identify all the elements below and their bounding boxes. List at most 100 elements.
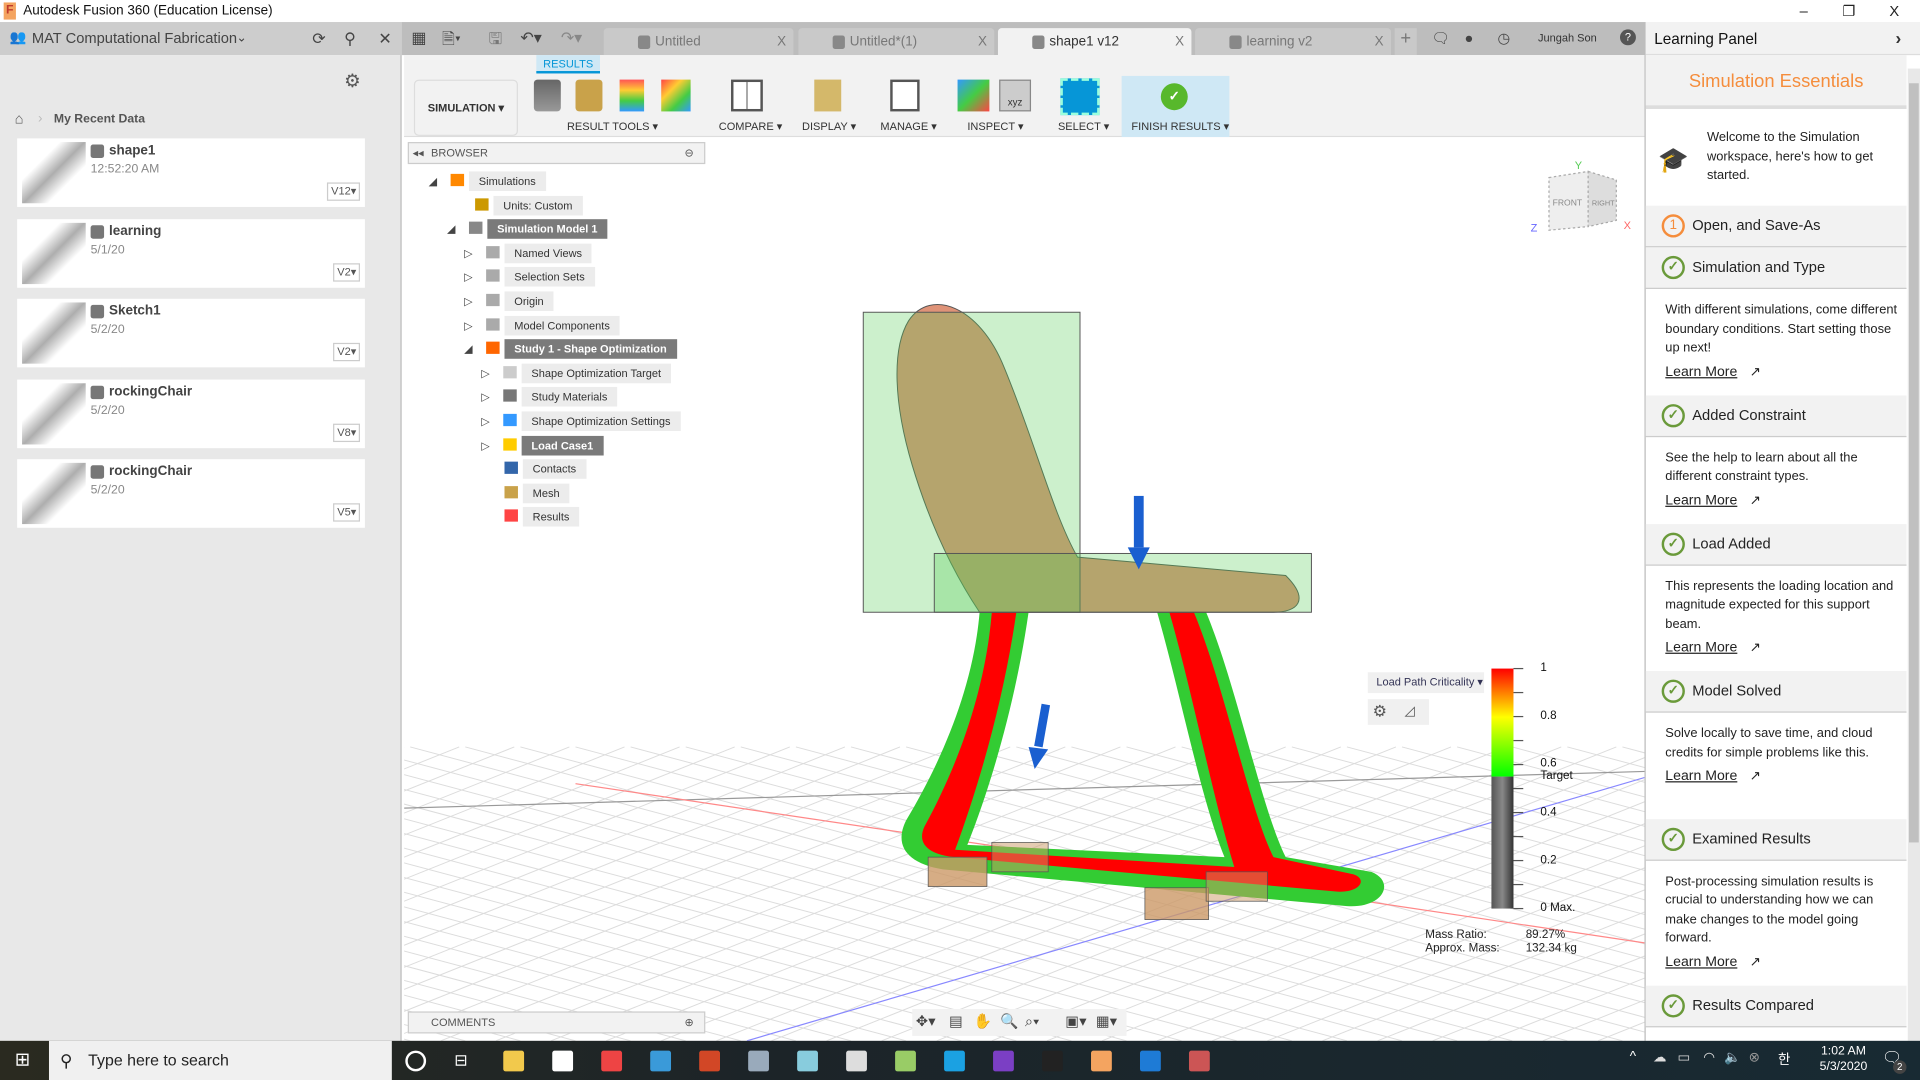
tray-overflow-icon[interactable]: ^ bbox=[1630, 1049, 1636, 1064]
fusion360-icon[interactable] bbox=[1091, 1050, 1112, 1072]
cortana-icon[interactable] bbox=[405, 1050, 427, 1072]
browser-minus-icon[interactable]: ⊖ bbox=[684, 143, 693, 163]
expand-triangle-icon[interactable]: ▷ bbox=[464, 267, 481, 287]
xyz-icon[interactable]: xyz bbox=[999, 79, 1032, 112]
refresh-icon[interactable]: ⟳ bbox=[312, 22, 325, 55]
windows-start-icon[interactable]: ⊞ bbox=[15, 1048, 30, 1070]
expand-triangle-icon[interactable]: ▷ bbox=[481, 363, 498, 383]
learn-more-link[interactable]: Learn More ↗ bbox=[1665, 363, 1898, 382]
zoom-icon[interactable]: 🔍 bbox=[1000, 1013, 1018, 1030]
close-button[interactable]: X bbox=[1876, 0, 1913, 22]
collapse-browser-icon[interactable]: ◂◂ bbox=[413, 143, 424, 163]
browser-node[interactable]: ▷ Study Materials bbox=[481, 387, 618, 408]
animate-icon[interactable] bbox=[533, 79, 561, 112]
display-icon[interactable] bbox=[814, 79, 842, 112]
browser-node[interactable]: ◢ Simulation Model 1 bbox=[447, 219, 608, 240]
new-tab-button[interactable]: + bbox=[1394, 28, 1417, 56]
mail-icon[interactable] bbox=[650, 1050, 672, 1072]
recent-file-card[interactable]: learning 5/1/20 V2▾ bbox=[17, 218, 365, 288]
learning-step-header[interactable]: ✓ Examined Results bbox=[1645, 818, 1907, 861]
display-settings-icon[interactable]: ▣▾ bbox=[1065, 1013, 1086, 1030]
workspace-switcher[interactable]: SIMULATION ▾ bbox=[413, 79, 518, 136]
learn-more-link[interactable]: Learn More ↗ bbox=[1665, 953, 1898, 972]
taskbar-clock[interactable]: 1:02 AM 5/3/2020 bbox=[1810, 1043, 1877, 1075]
help-icon[interactable]: ? bbox=[1620, 29, 1636, 46]
close-tab-icon[interactable]: X bbox=[978, 28, 987, 55]
browser-node[interactable]: ▷ Shape Optimization Target bbox=[481, 363, 671, 384]
display-menu[interactable]: DISPLAY ▾ bbox=[802, 120, 856, 133]
tab-learning[interactable]: learning v2 X bbox=[1195, 28, 1392, 56]
chrome-icon[interactable] bbox=[601, 1050, 623, 1072]
mesh-to-brep-icon[interactable] bbox=[575, 79, 603, 112]
browser-node[interactable]: ▷ Named Views bbox=[464, 243, 592, 264]
edge-icon[interactable] bbox=[1140, 1050, 1161, 1072]
close-tab-icon[interactable]: X bbox=[777, 28, 786, 55]
learning-step-header[interactable]: ✓ Model Solved bbox=[1645, 671, 1907, 713]
collapse-triangle-icon[interactable]: ◢ bbox=[464, 339, 481, 359]
inspect-icon[interactable] bbox=[957, 79, 990, 112]
close-panel-icon[interactable]: ✕ bbox=[378, 22, 391, 55]
version-dropdown[interactable]: V8▾ bbox=[333, 423, 361, 442]
compare-menu[interactable]: COMPARE ▾ bbox=[719, 120, 783, 133]
home-icon[interactable]: ⌂ bbox=[15, 110, 24, 127]
chevron-down-icon[interactable]: ⌄ bbox=[236, 22, 246, 55]
save-icon[interactable]: 🖫 bbox=[489, 28, 503, 55]
browser-node[interactable]: ▷ Model Components bbox=[464, 315, 620, 336]
recent-file-card[interactable]: shape1 12:52:20 AM V12▾ bbox=[17, 138, 365, 207]
expand-triangle-icon[interactable]: ▷ bbox=[464, 291, 481, 311]
redo-icon[interactable]: ↷▾ bbox=[561, 28, 582, 48]
browser-panel-header[interactable]: ◂◂ BROWSER ⊖ bbox=[407, 142, 706, 165]
browser-node[interactable]: Results bbox=[500, 507, 580, 528]
tab-shape1[interactable]: shape1 v12 X bbox=[997, 28, 1192, 56]
onedrive-icon[interactable]: ☁ bbox=[1653, 1049, 1666, 1066]
store-icon[interactable] bbox=[552, 1050, 574, 1072]
learning-step-header[interactable]: ✓ Results Compared bbox=[1645, 985, 1907, 1027]
expand-triangle-icon[interactable]: ▷ bbox=[481, 435, 498, 455]
c-app-icon[interactable] bbox=[944, 1050, 965, 1072]
recent-file-card[interactable]: rockingChair 5/2/20 V5▾ bbox=[17, 459, 365, 528]
learning-step-header[interactable]: ✓ Load Added bbox=[1645, 523, 1907, 566]
recent-file-card[interactable]: Sketch1 5/2/20 V2▾ bbox=[17, 298, 365, 368]
finish-results-button[interactable]: ✓ FINISH RESULTS ▾ bbox=[1121, 75, 1230, 138]
chevron-right-icon[interactable]: › bbox=[1896, 28, 1902, 48]
battery-icon[interactable]: ▭ bbox=[1678, 1049, 1691, 1066]
version-dropdown[interactable]: V2▾ bbox=[333, 262, 361, 282]
collapse-triangle-icon[interactable]: ◢ bbox=[447, 219, 464, 239]
browser-node[interactable]: Contacts bbox=[500, 459, 586, 480]
search-icon[interactable]: ⚲ bbox=[344, 22, 356, 55]
version-dropdown[interactable]: V5▾ bbox=[333, 503, 361, 522]
learn-more-link[interactable]: Learn More ↗ bbox=[1665, 768, 1898, 787]
view-cube-front[interactable]: FRONT bbox=[1553, 198, 1583, 208]
job-status-icon[interactable]: ● bbox=[1464, 29, 1473, 46]
project-selector[interactable]: MAT Computational Fabrication bbox=[32, 22, 237, 55]
browser-node[interactable]: ◢ Study 1 - Shape Optimization bbox=[464, 339, 677, 360]
volume-icon[interactable]: 🔈 bbox=[1724, 1049, 1741, 1066]
app-grid-icon[interactable]: ▦ bbox=[411, 28, 426, 48]
probes-icon[interactable] bbox=[661, 79, 691, 112]
legend-options-icon[interactable] bbox=[619, 79, 645, 112]
browser-node[interactable]: ▷ Load Case1 bbox=[481, 435, 604, 456]
compare-icon[interactable] bbox=[731, 79, 763, 112]
recent-file-card[interactable]: rockingChair 5/2/20 V8▾ bbox=[17, 378, 365, 448]
learn-more-link[interactable]: Learn More ↗ bbox=[1665, 492, 1898, 511]
comments-icon[interactable]: 🗨 bbox=[1431, 29, 1450, 46]
manage-menu[interactable]: MANAGE ▾ bbox=[880, 120, 936, 133]
expand-triangle-icon[interactable]: ▷ bbox=[464, 315, 481, 335]
load-arrow-icon[interactable] bbox=[1028, 703, 1051, 769]
user-name[interactable]: Jungah Son bbox=[1538, 32, 1597, 44]
collapse-triangle-icon[interactable]: ◢ bbox=[429, 171, 446, 191]
browser-node[interactable]: Mesh bbox=[500, 483, 570, 504]
learning-scrollbar[interactable] bbox=[1907, 68, 1920, 1041]
gear-icon[interactable]: ⚙ bbox=[1373, 702, 1387, 722]
maximize-button[interactable]: ❐ bbox=[1831, 0, 1868, 22]
version-dropdown[interactable]: V2▾ bbox=[333, 342, 361, 362]
minimize-button[interactable]: – bbox=[1785, 0, 1822, 22]
wifi-icon[interactable]: ◠ bbox=[1703, 1049, 1715, 1066]
expand-triangle-icon[interactable]: ▷ bbox=[464, 243, 481, 263]
inspect-menu[interactable]: INSPECT ▾ bbox=[967, 120, 1023, 133]
breadcrumb[interactable]: My Recent Data bbox=[54, 113, 145, 126]
unity-icon[interactable] bbox=[1042, 1050, 1063, 1072]
browser-node[interactable]: Units: Custom bbox=[470, 195, 583, 216]
scrollbar-thumb[interactable] bbox=[1908, 83, 1919, 843]
file-explorer-icon[interactable] bbox=[503, 1050, 525, 1072]
